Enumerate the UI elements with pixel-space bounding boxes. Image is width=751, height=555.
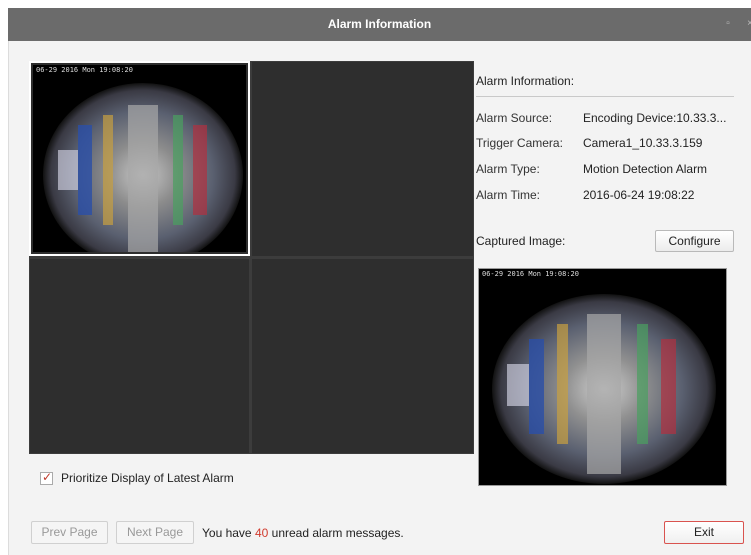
title-bar: Alarm Information ▫ × xyxy=(8,8,751,41)
checkmark-icon: ✓ xyxy=(42,470,53,484)
prioritize-label: Prioritize Display of Latest Alarm xyxy=(61,471,234,485)
exit-button[interactable]: Exit xyxy=(664,521,744,544)
captured-image-label: Captured Image: xyxy=(476,234,566,248)
alarm-time-row: Alarm Time: 2016-06-24 19:08:22 xyxy=(476,188,736,204)
captured-image: 06-29 2016 Mon 19:08:20 xyxy=(478,268,727,486)
unread-count: 40 xyxy=(254,526,269,540)
alarm-source-label: Alarm Source: xyxy=(476,111,553,125)
configure-button[interactable]: Configure xyxy=(655,230,734,252)
video-cell-1[interactable]: 06-29 2016 Mon 19:08:20 xyxy=(29,61,250,256)
trigger-camera-label: Trigger Camera: xyxy=(476,136,563,150)
alarm-info-heading: Alarm Information: xyxy=(476,74,575,88)
close-icon[interactable]: × xyxy=(744,18,751,30)
trigger-camera-value: Camera1_10.33.3.159 xyxy=(583,136,703,150)
unread-suffix: unread alarm messages. xyxy=(271,526,404,540)
unread-prefix: You have xyxy=(202,526,252,540)
unread-message-text: You have 40 unread alarm messages. xyxy=(202,526,404,540)
video-cell-4[interactable] xyxy=(251,258,474,454)
video-grid: 06-29 2016 Mon 19:08:20 xyxy=(29,61,474,454)
next-page-button[interactable]: Next Page xyxy=(116,521,194,544)
fisheye-camera-image: 06-29 2016 Mon 19:08:20 xyxy=(33,65,246,252)
prev-page-button[interactable]: Prev Page xyxy=(31,521,108,544)
alarm-time-value: 2016-06-24 19:08:22 xyxy=(583,188,695,202)
alarm-source-value: Encoding Device:10.33.3... xyxy=(583,111,727,125)
alarm-source-row: Alarm Source: Encoding Device:10.33.3... xyxy=(476,111,736,127)
video-cell-3[interactable] xyxy=(29,258,250,454)
alarm-type-value: Motion Detection Alarm xyxy=(583,162,708,176)
window-title: Alarm Information xyxy=(327,17,432,31)
alarm-type-row: Alarm Type: Motion Detection Alarm xyxy=(476,162,736,178)
alarm-time-label: Alarm Time: xyxy=(476,188,541,202)
captured-osd-text: 06-29 2016 Mon 19:08:20 xyxy=(482,270,579,278)
fisheye-image-graphic xyxy=(43,83,243,252)
trigger-camera-row: Trigger Camera: Camera1_10.33.3.159 xyxy=(476,136,736,152)
captured-image-graphic xyxy=(492,294,716,484)
prioritize-checkbox[interactable]: ✓ xyxy=(40,470,53,485)
video-cell-2[interactable] xyxy=(251,61,474,257)
divider xyxy=(476,96,734,97)
alarm-type-label: Alarm Type: xyxy=(476,162,540,176)
camera-osd-text: 06-29 2016 Mon 19:08:20 xyxy=(36,66,133,74)
restore-icon[interactable]: ▫ xyxy=(722,18,734,30)
